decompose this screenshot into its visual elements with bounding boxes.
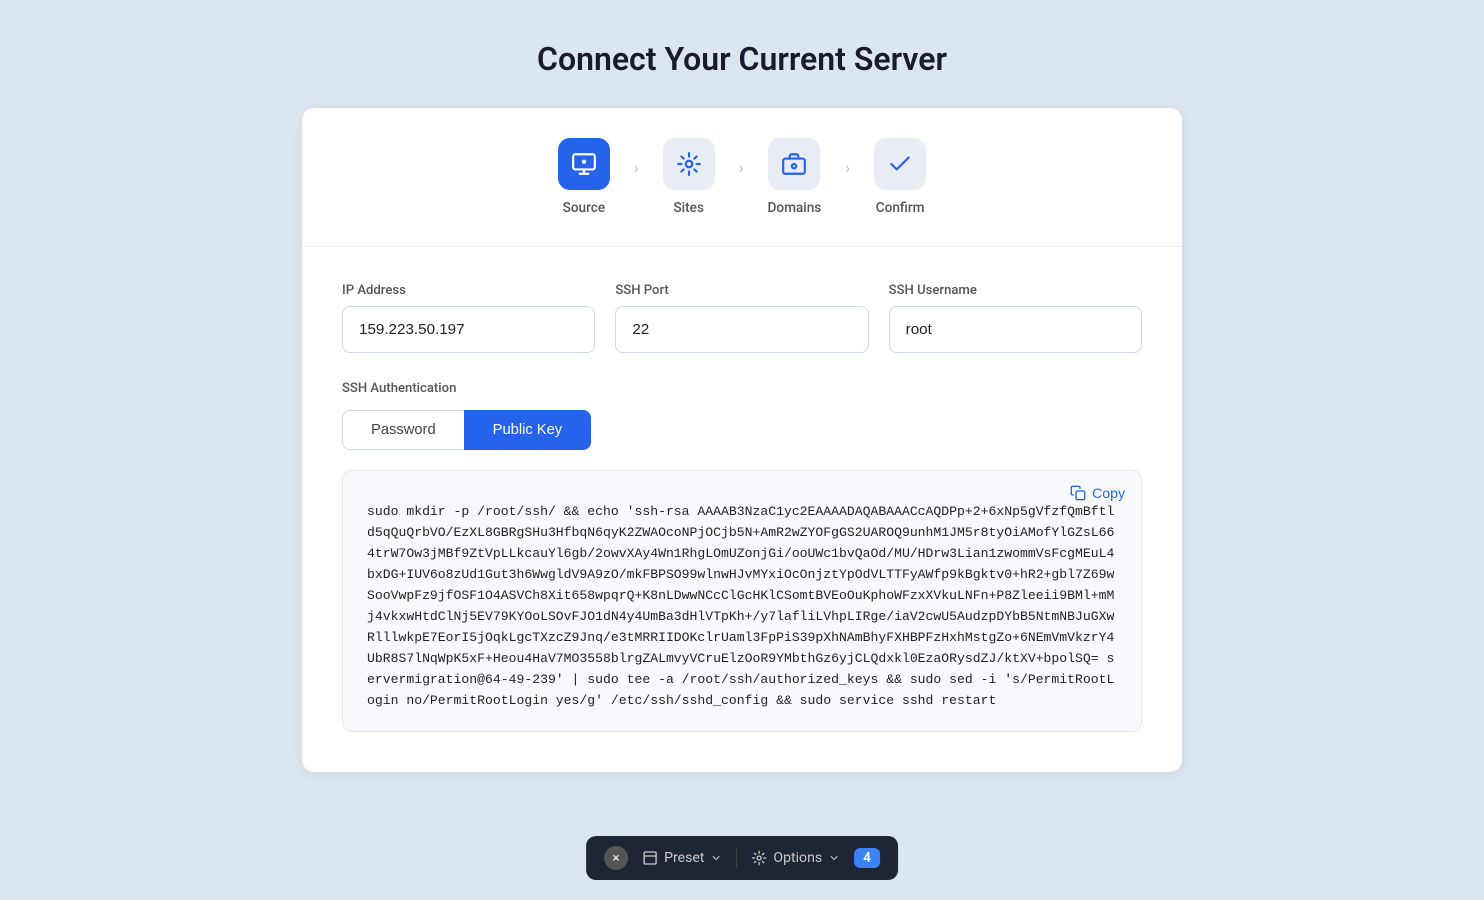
step-source-label: Source <box>563 200 606 216</box>
close-icon: × <box>613 851 620 866</box>
ip-address-group: IP Address <box>342 283 595 353</box>
toolbar-preset-button[interactable]: Preset <box>642 850 722 866</box>
steps-bar: Source › Sites › Domains <box>302 108 1182 247</box>
auth-tabs: Password Public Key <box>342 410 1142 450</box>
ssh-username-input[interactable] <box>889 306 1142 353</box>
command-box: Copy sudo mkdir -p /root/ssh/ && echo 's… <box>342 470 1142 732</box>
step-confirm-icon <box>874 138 926 190</box>
page-title: Connect Your Current Server <box>537 40 947 78</box>
step-source-icon <box>558 138 610 190</box>
auth-section-label: SSH Authentication <box>342 381 1142 396</box>
preset-icon <box>642 850 658 866</box>
ssh-port-group: SSH Port <box>615 283 868 353</box>
copy-label: Copy <box>1092 485 1125 501</box>
step-domains[interactable]: Domains <box>768 138 822 216</box>
step-sites[interactable]: Sites <box>663 138 715 216</box>
form-section: IP Address SSH Port SSH Username SSH Aut… <box>302 247 1182 772</box>
tab-password[interactable]: Password <box>342 410 464 450</box>
ssh-port-label: SSH Port <box>615 283 868 298</box>
toolbar-badge: 4 <box>854 848 880 868</box>
bottom-toolbar: × Preset Options 4 <box>586 836 898 880</box>
preset-chevron-icon <box>710 852 722 864</box>
step-source[interactable]: Source <box>558 138 610 216</box>
ssh-username-group: SSH Username <box>889 283 1142 353</box>
toolbar-close-button[interactable]: × <box>604 846 628 870</box>
ip-address-input[interactable] <box>342 306 595 353</box>
options-label: Options <box>773 850 822 866</box>
ssh-port-input[interactable] <box>615 306 868 353</box>
copy-button[interactable]: Copy <box>1070 485 1125 501</box>
ssh-username-label: SSH Username <box>889 283 1142 298</box>
toolbar-divider <box>736 848 737 868</box>
step-confirm[interactable]: Confirm <box>874 138 926 216</box>
main-card: Source › Sites › Domains <box>302 108 1182 772</box>
tab-public-key[interactable]: Public Key <box>464 410 592 450</box>
step-domains-icon <box>768 138 820 190</box>
step-domains-label: Domains <box>768 200 822 216</box>
command-text: sudo mkdir -p /root/ssh/ && echo 'ssh-rs… <box>367 501 1117 711</box>
toolbar-options-button[interactable]: Options <box>751 850 840 866</box>
arrow-1: › <box>634 158 639 197</box>
ip-address-label: IP Address <box>342 283 595 298</box>
preset-label: Preset <box>664 850 704 866</box>
arrow-3: › <box>845 158 850 197</box>
step-sites-icon <box>663 138 715 190</box>
step-sites-label: Sites <box>673 200 704 216</box>
copy-icon <box>1070 485 1086 501</box>
arrow-2: › <box>739 158 744 197</box>
fields-row: IP Address SSH Port SSH Username <box>342 283 1142 353</box>
options-chevron-icon <box>828 852 840 864</box>
step-confirm-label: Confirm <box>876 200 925 216</box>
options-gear-icon <box>751 850 767 866</box>
